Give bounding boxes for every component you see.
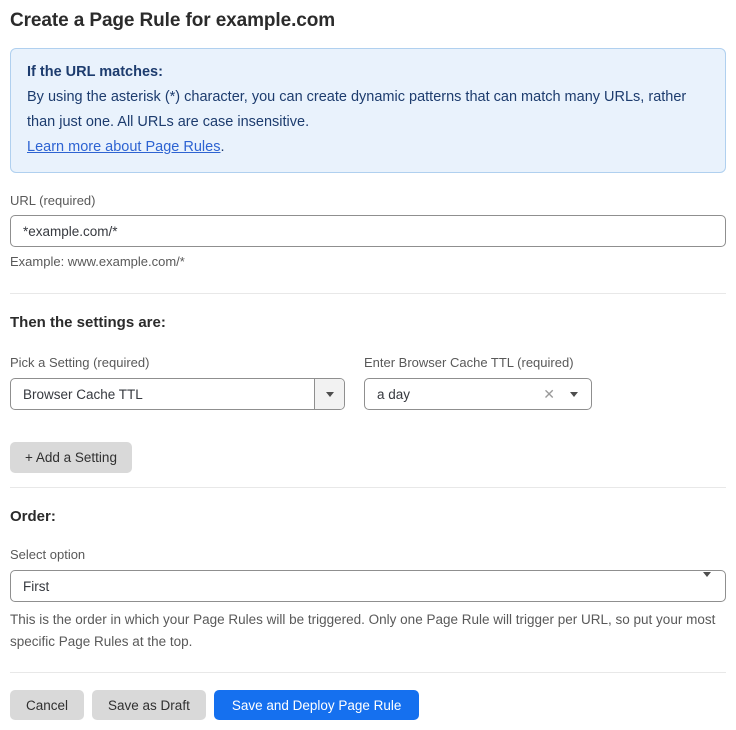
caret-down-icon <box>703 572 711 594</box>
learn-more-link[interactable]: Learn more about Page Rules <box>27 139 220 155</box>
ttl-picker-select[interactable]: a day ✕ <box>364 378 592 410</box>
create-page-rule-form: Create a Page Rule for example.com If th… <box>0 0 736 730</box>
order-select-label: Select option <box>10 547 726 562</box>
caret-down-icon <box>326 392 334 397</box>
order-help-text: This is the order in which your Page Rul… <box>10 609 726 653</box>
url-match-info-box: If the URL matches: By using the asteris… <box>10 48 726 173</box>
url-example-text: Example: www.example.com/* <box>10 254 726 269</box>
cancel-button[interactable]: Cancel <box>10 690 84 720</box>
save-and-deploy-button[interactable]: Save and Deploy Page Rule <box>214 690 420 720</box>
setting-picker-arrow-button[interactable] <box>314 379 344 409</box>
add-setting-button[interactable]: + Add a Setting <box>10 442 132 473</box>
settings-fields-row: Pick a Setting (required) Browser Cache … <box>10 355 726 410</box>
url-field-label: URL (required) <box>10 193 726 208</box>
setting-picker-label: Pick a Setting (required) <box>10 355 345 370</box>
clear-icon[interactable]: ✕ <box>543 387 555 401</box>
footer-actions: Cancel Save as Draft Save and Deploy Pag… <box>10 690 726 720</box>
order-section-heading: Order: <box>10 508 726 525</box>
divider <box>10 293 726 294</box>
setting-picker-group: Pick a Setting (required) Browser Cache … <box>10 355 345 410</box>
caret-down-icon[interactable] <box>570 392 578 397</box>
link-period: . <box>220 139 224 155</box>
ttl-picker-group: Enter Browser Cache TTL (required) a day… <box>364 355 592 410</box>
ttl-picker-icons: ✕ <box>543 387 591 401</box>
setting-picker-value: Browser Cache TTL <box>11 387 314 402</box>
order-select-caret-wrap <box>703 577 725 595</box>
setting-picker-select[interactable]: Browser Cache TTL <box>10 378 345 410</box>
save-as-draft-button[interactable]: Save as Draft <box>92 690 206 720</box>
page-title: Create a Page Rule for example.com <box>10 10 726 32</box>
order-select[interactable]: First <box>10 570 726 602</box>
divider <box>10 672 726 673</box>
ttl-picker-value: a day <box>365 387 543 402</box>
order-select-value: First <box>11 579 703 594</box>
settings-section-heading: Then the settings are: <box>10 314 726 331</box>
ttl-picker-label: Enter Browser Cache TTL (required) <box>364 355 592 370</box>
info-box-link-line: Learn more about Page Rules. <box>27 135 709 160</box>
info-box-body: By using the asterisk (*) character, you… <box>27 85 709 135</box>
url-input[interactable] <box>10 215 726 247</box>
divider <box>10 487 726 488</box>
info-box-heading: If the URL matches: <box>27 60 709 85</box>
